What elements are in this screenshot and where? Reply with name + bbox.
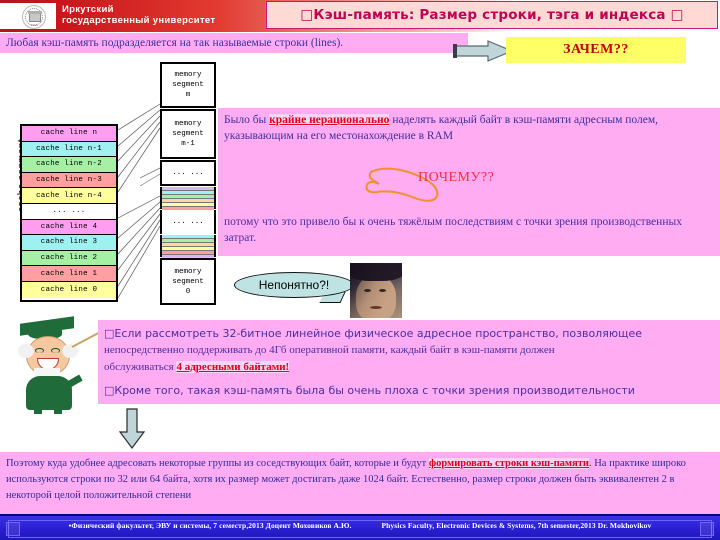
cache-line-row: cache line n-3 [22,172,116,189]
paragraph-32bit-block: □Если рассмотреть 32-битное линейное физ… [98,320,720,404]
cache-line-row: cache line 1 [22,266,116,282]
arrow-right-icon [452,40,514,62]
cache-line-row: cache line n-1 [22,141,116,158]
memory-block-line: segment [172,130,204,138]
memory-ellipsis-block: ... ... [160,210,216,234]
face-photo [350,263,402,318]
university-name-line2: государственный университет [62,15,216,26]
memory-block-line: memory [174,71,202,79]
bottom-before: Поэтому куда удобнее адресовать некоторы… [6,458,429,469]
callout-neponyatno: Непонятно?! [234,272,354,303]
memory-block-line: m-1 [181,140,195,148]
memory-block-line: segment [172,277,204,286]
memory-block-line: memory [174,267,202,276]
memory-block-line: ... ... [172,218,204,226]
memory-block-line: segment [172,81,204,89]
because-text: потому что это привело бы к очень тяжёлы… [224,216,682,244]
cache-line-row: cache line 3 [22,235,116,251]
slide-footer: •Физический факультет, ЭВУ и системы, 7 … [0,514,720,540]
paragraph-irrational: Было бы крайне нерационально наделять ка… [218,108,720,156]
cache-line-row: cache line n-2 [22,157,116,173]
irrational-highlight: крайне нерационально [269,114,390,126]
footer-text: •Физический факультет, ЭВУ и системы, 7 … [0,521,720,530]
cache-line-row: cache line n-4 [22,188,116,204]
memory-stripes-lower [160,235,216,264]
box3-line3-before: обслуживаться [104,361,177,373]
slide-title-box: □Кэш-память: Размер строки, тэга и индек… [266,1,718,29]
slide-canvas: 1918 Иркутский государственный университ… [0,0,720,540]
callout-zachem-label: ЗАЧЕМ?? [563,42,629,57]
paragraph-because-block: ПОЧЕМУ?? потому что это привело бы к оче… [218,156,720,256]
memory-segment-block: memory segment m [160,62,216,108]
memory-ellipsis-block: ... ... [160,160,216,186]
university-seal-icon: 1918 [22,5,46,29]
memory-segment-column: memory segment m memory segment m-1 ... … [160,62,216,305]
memory-segment-block: memory segment m-1 [160,109,216,159]
footer-text-en: Physics Faculty, Electronic Devices & Sy… [381,521,652,530]
box3-line4: □Кроме того, такая кэш-память была бы оч… [104,384,635,397]
cache-segment-table: cache line n cache line n-1 cache line n… [20,124,118,302]
university-name: Иркутский государственный университет [62,4,215,26]
memory-block-line: ... ... [172,169,204,177]
callout-zachem: ЗАЧЕМ?? [506,37,686,63]
box3-line1: □Если рассмотреть 32-битное линейное физ… [104,327,642,340]
box3-line3-highlight: 4 адресными байтами! [176,361,290,373]
page-title: □Кэш-память: Размер строки, тэга и индек… [300,7,684,23]
callout-why: ПОЧЕМУ?? [418,170,495,185]
memory-stripes-upper [160,187,216,216]
cache-line-row: cache line 4 [22,219,116,236]
irrational-before: Было бы [224,114,270,126]
memory-block-line: memory [174,120,202,128]
seal-year: 1918 [30,23,38,27]
bottom-highlight: формировать строки кэш-памяти [428,458,589,469]
cache-line-row: cache line 0 [22,281,116,298]
professor-cartoon-icon [4,316,112,414]
paragraph-bottom: Поэтому куда удобнее адресовать некоторы… [0,452,720,514]
intro-text: Любая кэш-память подразделяется на так н… [6,37,344,49]
memory-block-line: m [185,91,191,99]
cache-line-row: cache line 2 [22,250,116,267]
intro-paragraph: Любая кэш-память подразделяется на так н… [0,33,468,53]
memory-segment-block: memory segment 0 [160,258,216,305]
box3-line2: непосредственно поддерживать до 4Гб опер… [104,344,555,356]
arrow-down-icon [118,408,146,450]
university-name-line1: Иркутский [62,4,114,15]
footer-text-ru: •Физический факультет, ЭВУ и системы, 7 … [68,521,352,530]
cache-line-row: cache line n [22,126,116,142]
memory-block-line: 0 [185,287,191,296]
callout-neponyatno-label: Непонятно?! [258,278,330,292]
cache-line-ellipsis-row: ... ... [22,203,116,220]
